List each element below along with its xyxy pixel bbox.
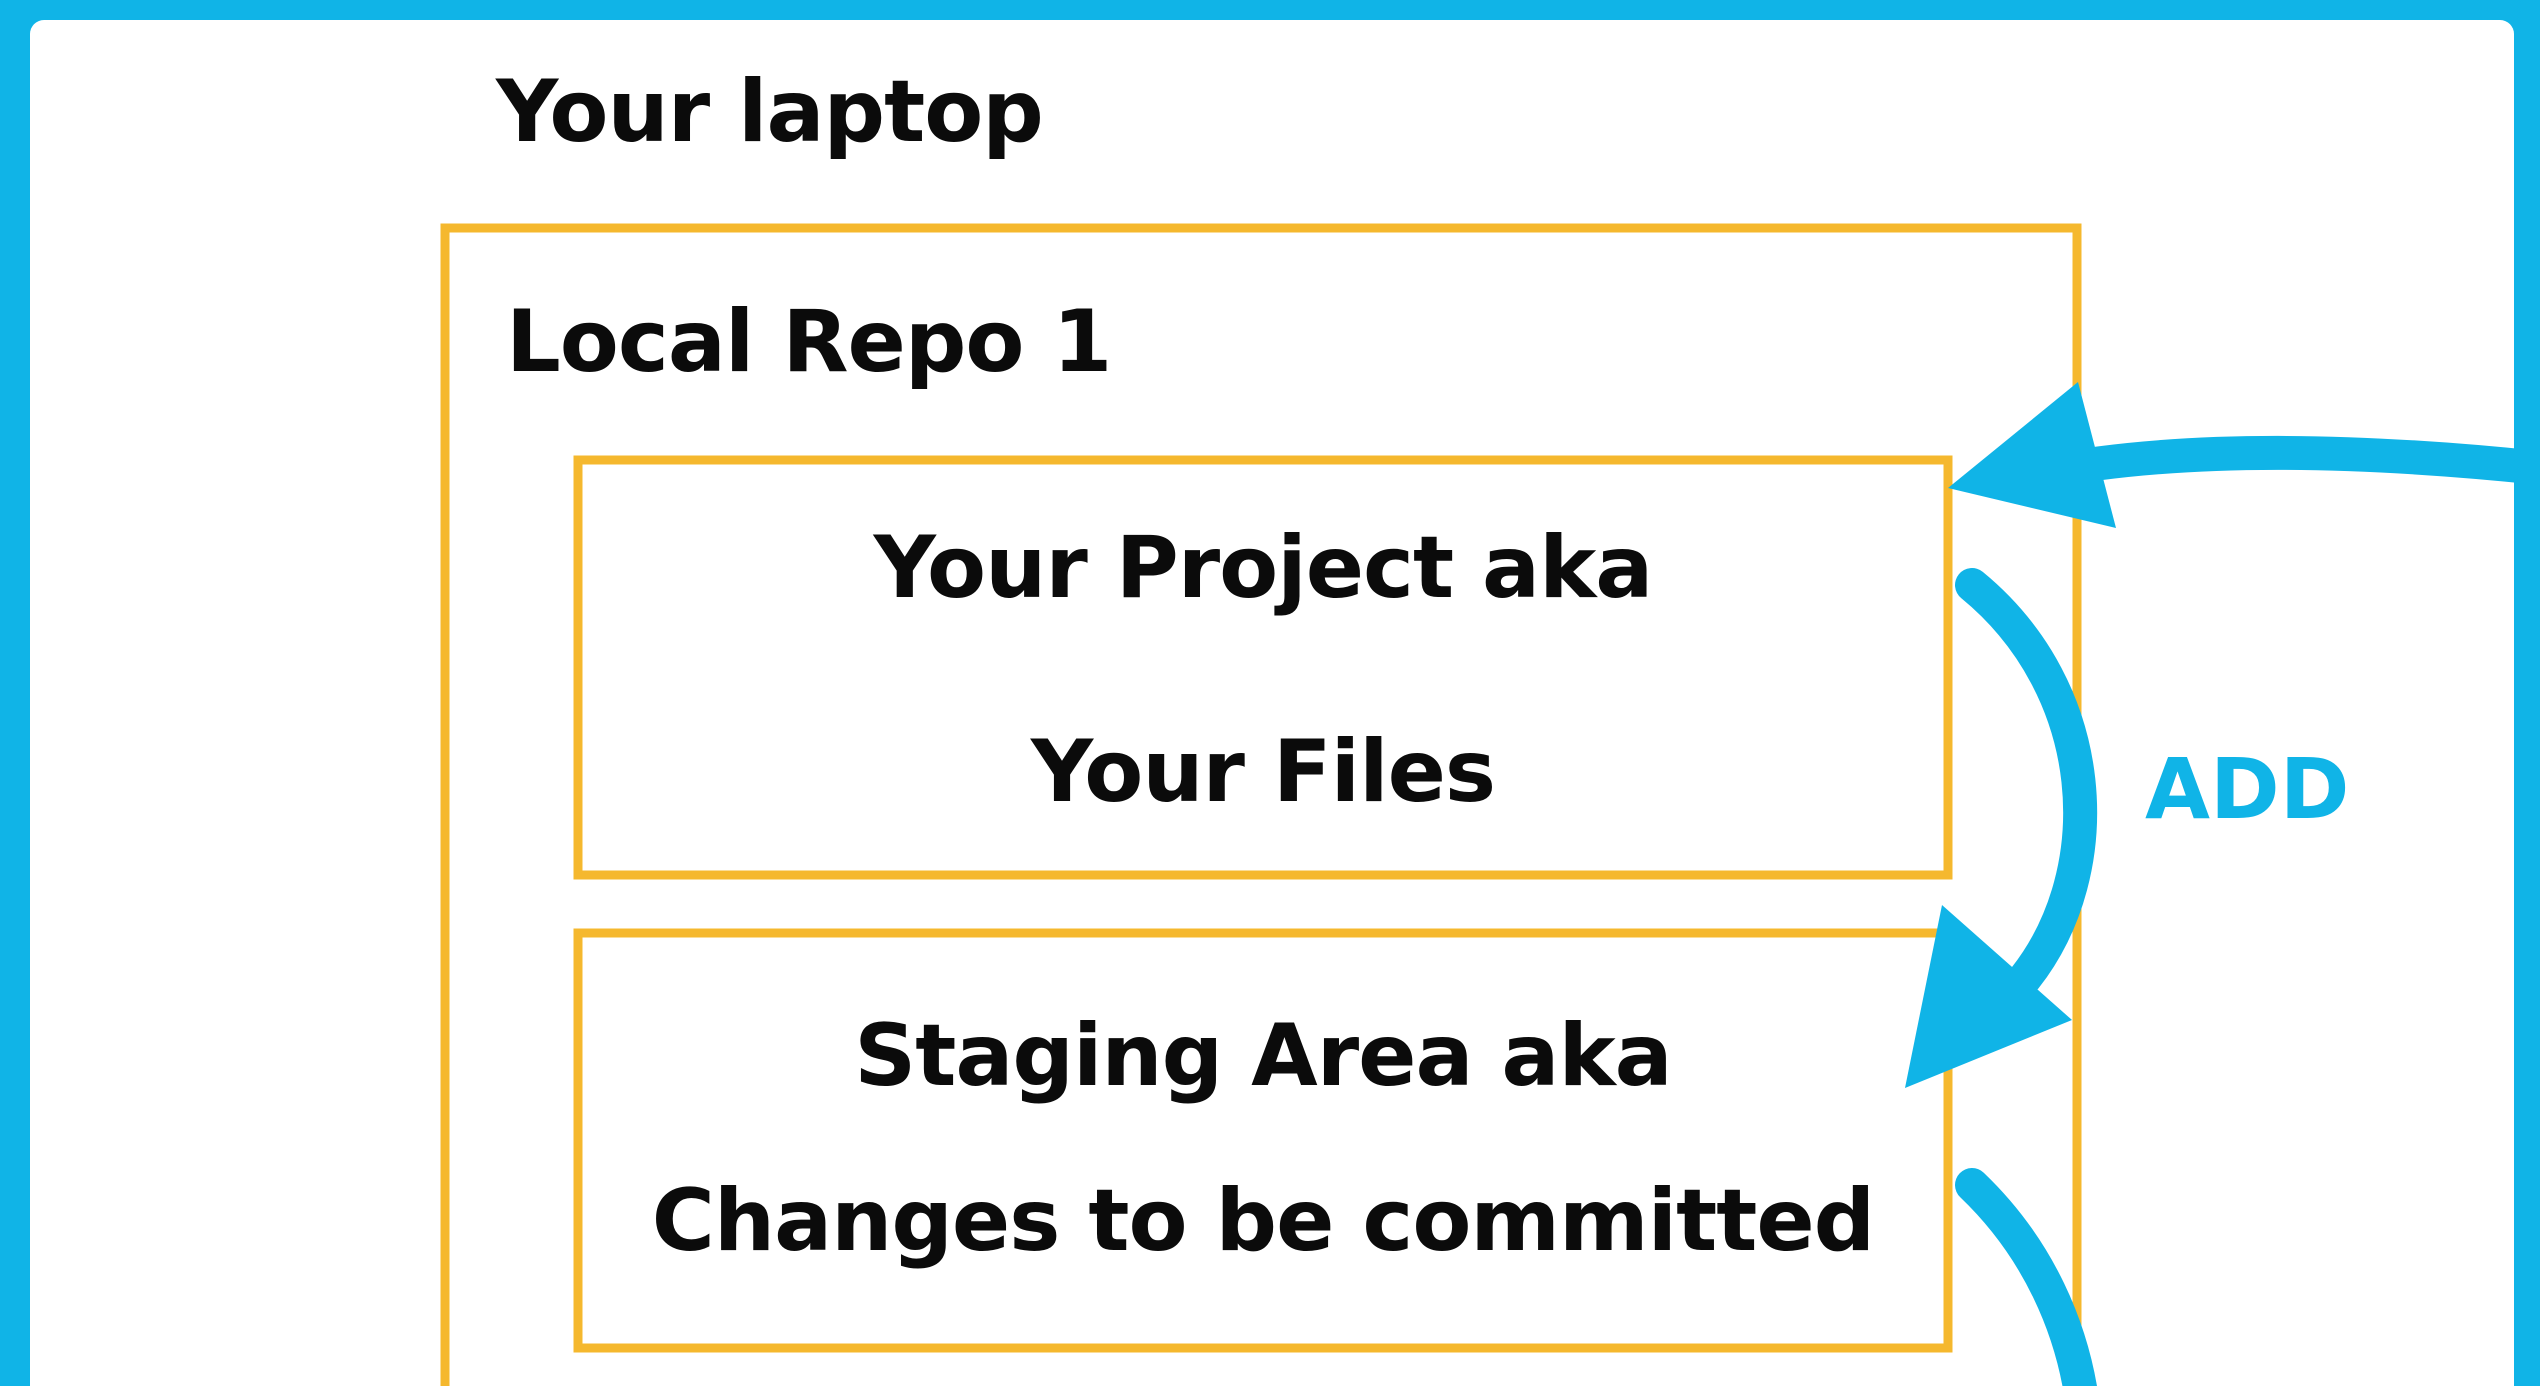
- diagram-frame: Your laptop Local Repo 1 Your Project ak…: [0, 0, 2540, 1386]
- staging-box-line1: Staging Area aka: [854, 1006, 1672, 1106]
- add-arrow-label: ADD: [2145, 740, 2350, 838]
- project-box-text: Your Project aka Your Files: [578, 460, 1948, 875]
- laptop-title: Your laptop: [496, 62, 1044, 162]
- add-arrow-line: [1955, 568, 2098, 995]
- project-box-line2: Your Files: [1030, 722, 1496, 822]
- incoming-arrow-line: [2028, 435, 2540, 489]
- staging-box-line2: Changes to be committed: [651, 1171, 1875, 1271]
- project-box-line1: Your Project aka: [873, 518, 1654, 618]
- incoming-arrowhead: [1948, 382, 2116, 528]
- local-repo-title: Local Repo 1: [506, 292, 1112, 392]
- commit-arrow-line: [1955, 1168, 2097, 1386]
- staging-box-text: Staging Area aka Changes to be committed: [578, 933, 1948, 1348]
